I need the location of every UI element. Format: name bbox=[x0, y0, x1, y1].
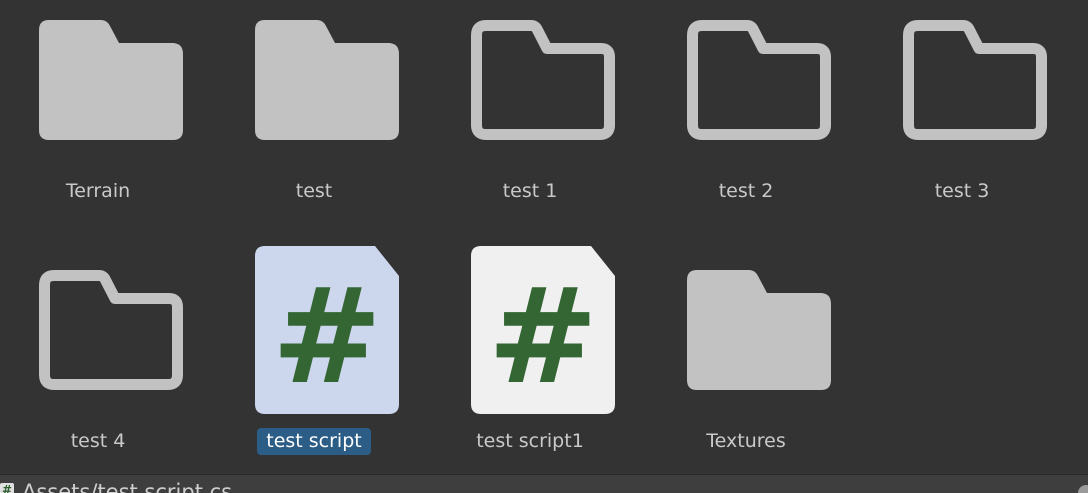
empty-folder-icon bbox=[471, 20, 621, 195]
csharp-script-icon: # bbox=[471, 246, 621, 421]
empty-folder-icon bbox=[903, 20, 1053, 195]
asset-label: test script1 bbox=[476, 430, 584, 452]
selection-path-bar: # Assets/test script.cs bbox=[0, 474, 1088, 493]
asset-label: test 1 bbox=[502, 180, 558, 202]
asset-label: test 2 bbox=[718, 180, 774, 202]
folder-icon bbox=[687, 270, 837, 445]
asset-label: Terrain bbox=[65, 180, 131, 202]
asset-label: test 3 bbox=[934, 180, 990, 202]
asset-item-test-3[interactable]: test 3 bbox=[877, 8, 1047, 238]
folder-icon bbox=[255, 20, 405, 195]
asset-item-textures[interactable]: Textures bbox=[661, 258, 831, 488]
empty-folder-icon bbox=[39, 270, 189, 445]
asset-item-test-1[interactable]: test 1 bbox=[445, 8, 615, 238]
asset-item-test[interactable]: test bbox=[229, 8, 399, 238]
asset-label: test script bbox=[229, 428, 399, 455]
svg-text:#: # bbox=[488, 260, 599, 414]
selected-asset-path: Assets/test script.cs bbox=[22, 480, 233, 493]
asset-item-test-2[interactable]: test 2 bbox=[661, 8, 831, 238]
svg-text:#: # bbox=[272, 260, 383, 414]
asset-label: Textures bbox=[706, 430, 786, 452]
asset-label: test 4 bbox=[70, 430, 126, 452]
empty-folder-icon bbox=[687, 20, 837, 195]
asset-label: test bbox=[295, 180, 333, 202]
csharp-script-icon: # bbox=[255, 246, 405, 421]
asset-item-test-4[interactable]: test 4 bbox=[13, 258, 183, 488]
project-asset-grid: Terrain test test 1 test 2 test 3 test 4… bbox=[0, 0, 1088, 474]
folder-icon bbox=[39, 20, 189, 195]
asset-item-terrain[interactable]: Terrain bbox=[13, 8, 183, 238]
asset-item-test-script[interactable]: # test script bbox=[229, 234, 399, 464]
asset-item-test-script1[interactable]: # test script1 bbox=[445, 234, 615, 464]
